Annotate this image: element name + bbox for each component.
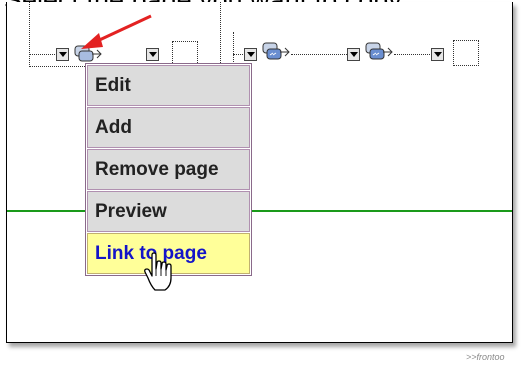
hand-cursor-icon <box>144 252 172 291</box>
context-menu: Edit Add Remove page Preview Link to pag… <box>85 63 252 276</box>
dropdown-arrow-icon[interactable] <box>244 48 257 61</box>
connector-line <box>233 54 243 55</box>
section-divider <box>7 210 512 212</box>
menu-item-remove-page[interactable]: Remove page <box>87 149 250 190</box>
watermark: >>frontoo <box>466 352 505 362</box>
dropdown-arrow-icon[interactable] <box>347 48 360 61</box>
menu-item-preview[interactable]: Preview <box>87 191 250 232</box>
red-arrow-icon <box>81 14 152 49</box>
page-structure-panel <box>6 2 513 343</box>
connector-line <box>291 54 347 55</box>
page-flow-icon <box>365 42 393 60</box>
page-flow-icon <box>262 42 290 60</box>
empty-page-slot <box>453 40 479 66</box>
menu-item-edit[interactable]: Edit <box>87 65 250 106</box>
dropdown-arrow-icon[interactable] <box>56 48 69 61</box>
menu-item-add[interactable]: Add <box>87 107 250 148</box>
connector-line <box>394 54 430 55</box>
connector-line <box>29 54 55 55</box>
dropdown-arrow-icon[interactable] <box>431 48 444 61</box>
